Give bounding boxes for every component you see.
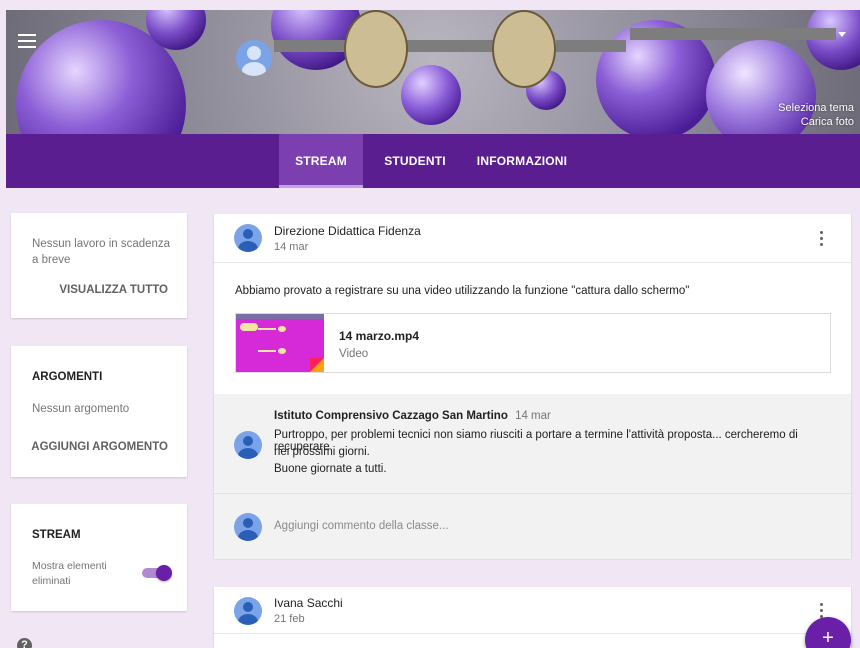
comment-line: nei prossimi giorni. [274, 446, 370, 458]
redacted-face [344, 10, 408, 88]
tab-information[interactable]: INFORMAZIONI [472, 134, 572, 188]
attachment-name: 14 marzo.mp4 [339, 329, 420, 343]
more-options-icon[interactable] [818, 231, 824, 249]
attachment-video[interactable]: 14 marzo.mp4 Video [235, 313, 831, 373]
chevron-down-icon[interactable] [838, 32, 846, 37]
topics-card: ARGOMENTI Nessun argomento AGGIUNGI ARGO… [11, 346, 187, 477]
upcoming-card: Nessun lavoro in scadenza a breve VISUAL… [11, 213, 187, 318]
class-banner: Seleziona tema Carica foto [6, 10, 860, 134]
post-body: Abbiamo provato a registrare su una vide… [235, 285, 690, 297]
redacted-name [556, 40, 626, 52]
topics-title: ARGOMENTI [32, 371, 103, 383]
comment-header: Istituto Comprensivo Cazzago San Martino… [274, 410, 551, 422]
show-deleted-toggle[interactable] [140, 565, 172, 581]
show-deleted-label: Mostra elementi eliminati [32, 560, 107, 587]
banner-bubble [806, 10, 860, 70]
stream-settings-card: STREAM Mostra elementi eliminati [11, 504, 187, 611]
redacted-name [406, 40, 498, 52]
banner-bubble [401, 65, 461, 125]
help-icon[interactable]: ? [17, 638, 32, 648]
tab-students[interactable]: STUDENTI [376, 134, 454, 188]
comment-line: Buone giornate a tutti. [274, 463, 387, 475]
banner-bubble [706, 40, 816, 134]
post-author: Ivana Sacchi [274, 596, 343, 610]
owner-avatar [236, 40, 272, 76]
post-date: 21 feb [274, 613, 305, 625]
stream-post: Direzione Didattica Fidenza 14 mar Abbia… [214, 214, 851, 559]
upcoming-text: Nessun lavoro in scadenza a breve [32, 238, 171, 266]
redacted-name [274, 40, 350, 52]
tab-stream[interactable]: STREAM [279, 134, 363, 188]
plus-icon: + [822, 627, 834, 648]
divider [214, 262, 851, 263]
avatar [234, 431, 262, 459]
avatar [234, 597, 262, 625]
redacted-face [492, 10, 556, 88]
comment-date: 14 mar [515, 410, 551, 422]
attachment-type: Video [339, 348, 369, 360]
comment-list: Istituto Comprensivo Cazzago San Martino… [214, 394, 851, 493]
topics-empty-text: Nessun argomento [32, 403, 130, 415]
add-comment-row: Aggiungi commento della classe... [214, 493, 851, 559]
divider [214, 633, 851, 634]
stream-post: Ivana Sacchi 21 feb [214, 587, 851, 648]
post-author: Direzione Didattica Fidenza [274, 224, 421, 238]
add-comment-input[interactable]: Aggiungi commento della classe... [274, 520, 449, 532]
view-all-button[interactable]: VISUALIZZA TUTTO [59, 284, 168, 296]
redacted-name [630, 28, 836, 40]
avatar [234, 224, 262, 252]
stream-settings-title: STREAM [32, 529, 81, 541]
upload-photo-link[interactable]: Carica foto [801, 116, 854, 128]
select-theme-link[interactable]: Seleziona tema [778, 102, 854, 114]
add-topic-button[interactable]: AGGIUNGI ARGOMENTO [31, 441, 168, 453]
avatar [234, 513, 262, 541]
video-thumbnail [236, 314, 324, 372]
tab-bar: STREAM STUDENTI INFORMAZIONI [6, 134, 860, 188]
comment-author: Istituto Comprensivo Cazzago San Martino [274, 410, 508, 422]
post-date: 14 mar [274, 241, 309, 253]
menu-icon[interactable] [18, 34, 36, 48]
